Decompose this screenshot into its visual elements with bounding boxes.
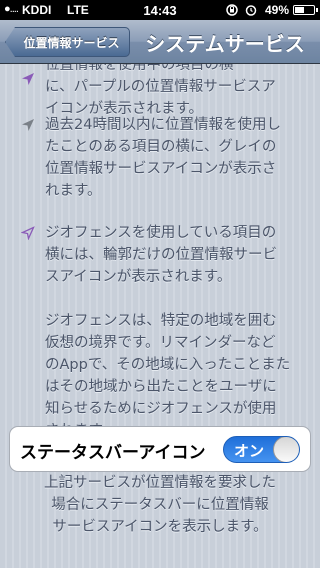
toggle-knob[interactable] — [273, 437, 299, 462]
paragraph-line: 仮想の境界です。リマインダーなど — [45, 335, 276, 351]
paragraph-line: ジオフェンスは、特定の地域を囲む — [45, 313, 277, 329]
footer-line: サービスアイコンを表示します。 — [52, 519, 268, 535]
rotation-lock-icon — [226, 4, 238, 16]
alarm-icon — [245, 5, 257, 16]
back-button[interactable]: 位置情報サービス — [5, 27, 130, 57]
paragraph-line: 知らせるためにジオフェンスが使用 — [45, 401, 277, 417]
toggle-on-label: オン — [234, 442, 265, 460]
navigation-bar: 位置情報サービス システムサービス — [0, 20, 320, 64]
paragraph-line: 位置情報サービスアイコンが表示さ — [45, 161, 277, 177]
paragraph-line: れます。 — [45, 183, 102, 199]
battery-icon — [293, 5, 318, 15]
page-title: システムサービス — [145, 31, 305, 56]
info-paragraph-purple: 位置情報を使用中の項目の横 に、パープルの位置情報サービスア イコンが表示されま… — [22, 64, 310, 120]
paragraph-line: 過去24時間以内に位置情報を使用し — [45, 117, 281, 133]
paragraph-line: たことのある項目の横に、グレイの — [45, 139, 277, 155]
paragraph-line: のAppで、その地域に入ったことまた — [45, 357, 291, 373]
status-bar-icon-toggle[interactable]: オン — [223, 436, 300, 463]
info-paragraph-geofence: ジオフェンスを使用している項目の 横には、輪郭だけの位置情報サービ スアイコンが… — [21, 222, 310, 288]
setting-footer-note: 上記サービスが位置情報を要求した 場合にステータスバーに位置情報 サービスアイコ… — [20, 472, 300, 538]
paragraph-line: ジオフェンスを使用している項目の — [45, 225, 277, 241]
info-paragraph-gray: 過去24時間以内に位置情報を使用し たことのある項目の横に、グレイの 位置情報サ… — [22, 114, 310, 202]
paragraph-line: スアイコンが表示されます。 — [45, 269, 232, 285]
scroll-content[interactable]: 位置情報を使用中の項目の横 に、パープルの位置情報サービスア イコンが表示されま… — [0, 64, 320, 568]
paragraph-line: に、パープルの位置情報サービスア — [45, 79, 276, 95]
footer-line: 場合にステータスバーに位置情報 — [51, 497, 269, 513]
status-bar: ●.... KDDI LTE 14:43 49% — [0, 0, 320, 20]
location-arrow-outline-purple-icon — [21, 226, 35, 240]
status-bar-icon-setting: ステータスバーアイコン オン — [9, 426, 311, 472]
location-arrow-purple-icon — [22, 73, 34, 85]
setting-label: ステータスバーアイコン — [20, 443, 206, 463]
geofence-description: ジオフェンスは、特定の地域を囲む 仮想の境界です。リマインダーなど のAppで、… — [45, 310, 310, 442]
paragraph-line: 横には、輪郭だけの位置情報サービ — [45, 247, 277, 263]
paragraph-line: はその地域から出たことをユーザに — [45, 379, 277, 395]
battery-percent: 49% — [265, 3, 290, 17]
paragraph-line: 位置情報を使用中の項目の横 — [45, 64, 234, 73]
footer-line: 上記サービスが位置情報を要求した — [44, 475, 276, 491]
location-arrow-gray-icon — [22, 119, 34, 131]
